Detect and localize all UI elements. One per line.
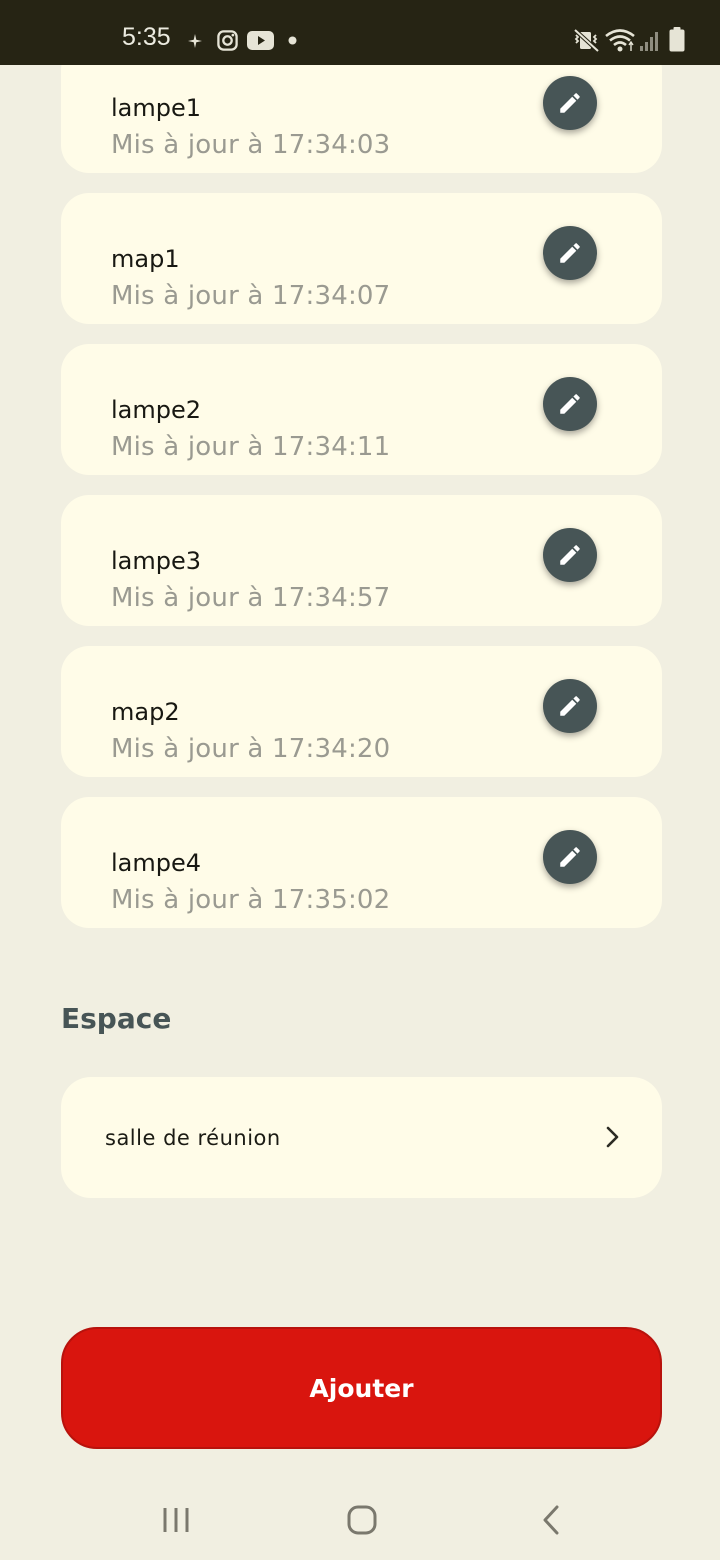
status-bar: 5:35	[0, 0, 720, 65]
wifi-icon	[605, 29, 635, 52]
pencil-icon	[560, 394, 580, 414]
device-card-lampe3[interactable]: lampe3 Mis à jour à 17:34:57	[61, 495, 662, 626]
home-icon[interactable]	[346, 1504, 378, 1536]
space-item-label: salle de réunion	[105, 1126, 281, 1150]
device-name: map2	[111, 698, 180, 726]
device-updated-time: Mis à jour à 17:34:03	[111, 130, 391, 160]
edit-button[interactable]	[543, 528, 597, 582]
chevron-right-icon	[606, 1126, 619, 1148]
vibrate-mute-icon	[573, 28, 600, 53]
dot-icon	[288, 36, 297, 45]
device-updated-time: Mis à jour à 17:34:07	[111, 281, 391, 311]
edit-button[interactable]	[543, 830, 597, 884]
device-name: lampe4	[111, 849, 202, 877]
youtube-icon	[247, 31, 274, 50]
screen: lampe1 Mis à jour à 17:34:03 map1 Mis à …	[0, 0, 720, 1560]
device-updated-time: Mis à jour à 17:34:11	[111, 432, 391, 462]
recent-apps-icon[interactable]	[160, 1504, 192, 1536]
device-updated-time: Mis à jour à 17:34:57	[111, 583, 391, 613]
pencil-icon	[560, 696, 580, 716]
device-name: lampe3	[111, 547, 202, 575]
device-name: lampe1	[111, 94, 202, 122]
sparkle-icon	[188, 34, 202, 48]
pencil-icon	[560, 847, 580, 867]
edit-button[interactable]	[543, 377, 597, 431]
edit-button[interactable]	[543, 76, 597, 130]
pencil-icon	[560, 545, 580, 565]
edit-button[interactable]	[543, 226, 597, 280]
status-time: 5:35	[122, 23, 171, 51]
edit-button[interactable]	[543, 679, 597, 733]
add-button[interactable]: Ajouter	[61, 1327, 662, 1449]
device-name: map1	[111, 245, 180, 273]
section-title-espace: Espace	[61, 1002, 172, 1035]
space-item-row[interactable]: salle de réunion	[61, 1077, 662, 1198]
instagram-icon	[217, 30, 238, 51]
device-card-lampe4[interactable]: lampe4 Mis à jour à 17:35:02	[61, 797, 662, 928]
pencil-icon	[560, 93, 580, 113]
battery-icon	[669, 27, 685, 52]
system-navigation-bar	[0, 1480, 720, 1560]
pencil-icon	[560, 243, 580, 263]
signal-icon	[640, 32, 658, 51]
device-updated-time: Mis à jour à 17:35:02	[111, 885, 391, 915]
device-updated-time: Mis à jour à 17:34:20	[111, 734, 391, 764]
device-card-map2[interactable]: map2 Mis à jour à 17:34:20	[61, 646, 662, 777]
device-card-map1[interactable]: map1 Mis à jour à 17:34:07	[61, 193, 662, 324]
device-name: lampe2	[111, 396, 202, 424]
back-icon[interactable]	[536, 1504, 568, 1536]
device-card-lampe2[interactable]: lampe2 Mis à jour à 17:34:11	[61, 344, 662, 475]
